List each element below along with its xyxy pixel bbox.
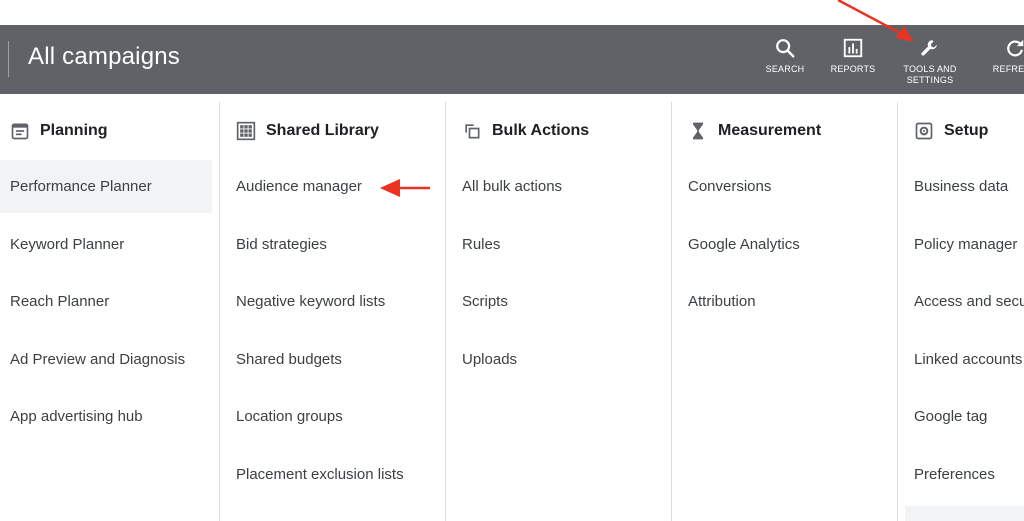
column-shared-library: Shared Library Audience manager Bid stra… xyxy=(226,94,445,521)
hourglass-icon xyxy=(693,122,703,140)
column-measurement: Measurement Conversions Google Analytics… xyxy=(678,94,897,521)
refresh-icon xyxy=(1007,39,1024,57)
menu-item-bid-strategies[interactable]: Bid strategies xyxy=(226,218,438,271)
menu-item-all-bulk-actions[interactable]: All bulk actions xyxy=(452,160,664,213)
bar-chart-icon xyxy=(843,38,863,58)
column-setup: Setup Business data Policy manager Acces… xyxy=(904,94,1024,521)
menu-item-app-advertising-hub[interactable]: App advertising hub xyxy=(0,390,212,443)
menu-item-google-tag[interactable]: Google tag xyxy=(904,390,1024,443)
search-button-label: SEARCH xyxy=(765,64,805,74)
menu-item-performance-planner[interactable]: Performance Planner xyxy=(0,160,212,213)
tools-and-settings-button[interactable]: TOOLS AND SETTINGS xyxy=(900,37,960,86)
menu-item-conversions[interactable]: Conversions xyxy=(678,160,890,213)
search-button[interactable]: SEARCH xyxy=(762,37,808,75)
column-heading-planning: Planning xyxy=(10,120,108,142)
wrench-icon xyxy=(921,40,937,56)
column-divider xyxy=(671,102,672,521)
menu-item-attribution[interactable]: Attribution xyxy=(678,275,890,328)
menu-item-business-data[interactable]: Business data xyxy=(904,160,1024,213)
menu-item-access-and-security[interactable]: Access and security xyxy=(904,275,1024,328)
column-heading-measurement: Measurement xyxy=(688,120,821,142)
column-heading-label: Bulk Actions xyxy=(492,122,590,139)
menu-item-shared-budgets[interactable]: Shared budgets xyxy=(226,333,438,386)
top-header-bar: All campaigns SEARCH REPORTS TOOLS AND S… xyxy=(0,25,1024,94)
menu-item-ad-preview-and-diagnosis[interactable]: Ad Preview and Diagnosis xyxy=(0,333,212,386)
column-heading-label: Planning xyxy=(40,122,108,139)
menu-item-rules[interactable]: Rules xyxy=(452,218,664,271)
menu-item-linked-accounts[interactable]: Linked accounts xyxy=(904,333,1024,386)
menu-item-negative-keyword-lists[interactable]: Negative keyword lists xyxy=(226,275,438,328)
menu-item-google-analytics[interactable]: Google Analytics xyxy=(678,218,890,271)
refresh-button-label: REFRESH xyxy=(992,64,1024,74)
top-strip xyxy=(0,0,1024,25)
calendar-icon xyxy=(11,123,29,140)
column-heading-label: Shared Library xyxy=(266,122,379,139)
menu-item-placement-exclusion-lists[interactable]: Placement exclusion lists xyxy=(226,448,438,501)
search-icon xyxy=(776,39,795,58)
next-item-highlight xyxy=(905,506,1024,521)
column-heading-setup: Setup xyxy=(914,120,988,142)
menu-item-location-groups[interactable]: Location groups xyxy=(226,390,438,443)
gear-icon xyxy=(915,122,933,140)
menu-item-scripts[interactable]: Scripts xyxy=(452,275,664,328)
column-divider xyxy=(219,102,220,521)
page-title: All campaigns xyxy=(28,43,181,70)
refresh-button[interactable]: REFRESH xyxy=(986,37,1024,75)
column-planning: Planning Performance Planner Keyword Pla… xyxy=(0,94,219,521)
column-heading-label: Setup xyxy=(944,122,989,139)
menu-item-keyword-planner[interactable]: Keyword Planner xyxy=(0,218,212,271)
menu-item-reach-planner[interactable]: Reach Planner xyxy=(0,275,212,328)
column-heading-bulk-actions: Bulk Actions xyxy=(462,120,589,142)
menu-item-uploads[interactable]: Uploads xyxy=(452,333,664,386)
tools-menu: Planning Performance Planner Keyword Pla… xyxy=(0,94,1024,521)
column-heading-label: Measurement xyxy=(718,122,822,139)
column-heading-shared-library: Shared Library xyxy=(236,120,379,142)
header-divider xyxy=(8,41,9,77)
reports-button[interactable]: REPORTS xyxy=(829,37,877,75)
grid-icon xyxy=(236,121,256,141)
menu-item-preferences[interactable]: Preferences xyxy=(904,448,1024,501)
copy-icon xyxy=(465,124,480,139)
tools-and-settings-label: TOOLS AND SETTINGS xyxy=(903,64,957,85)
reports-button-label: REPORTS xyxy=(830,64,876,74)
column-divider xyxy=(897,102,898,521)
column-divider xyxy=(445,102,446,521)
menu-item-audience-manager[interactable]: Audience manager xyxy=(226,160,438,213)
menu-item-policy-manager[interactable]: Policy manager xyxy=(904,218,1024,271)
column-bulk-actions: Bulk Actions All bulk actions Rules Scri… xyxy=(452,94,671,521)
